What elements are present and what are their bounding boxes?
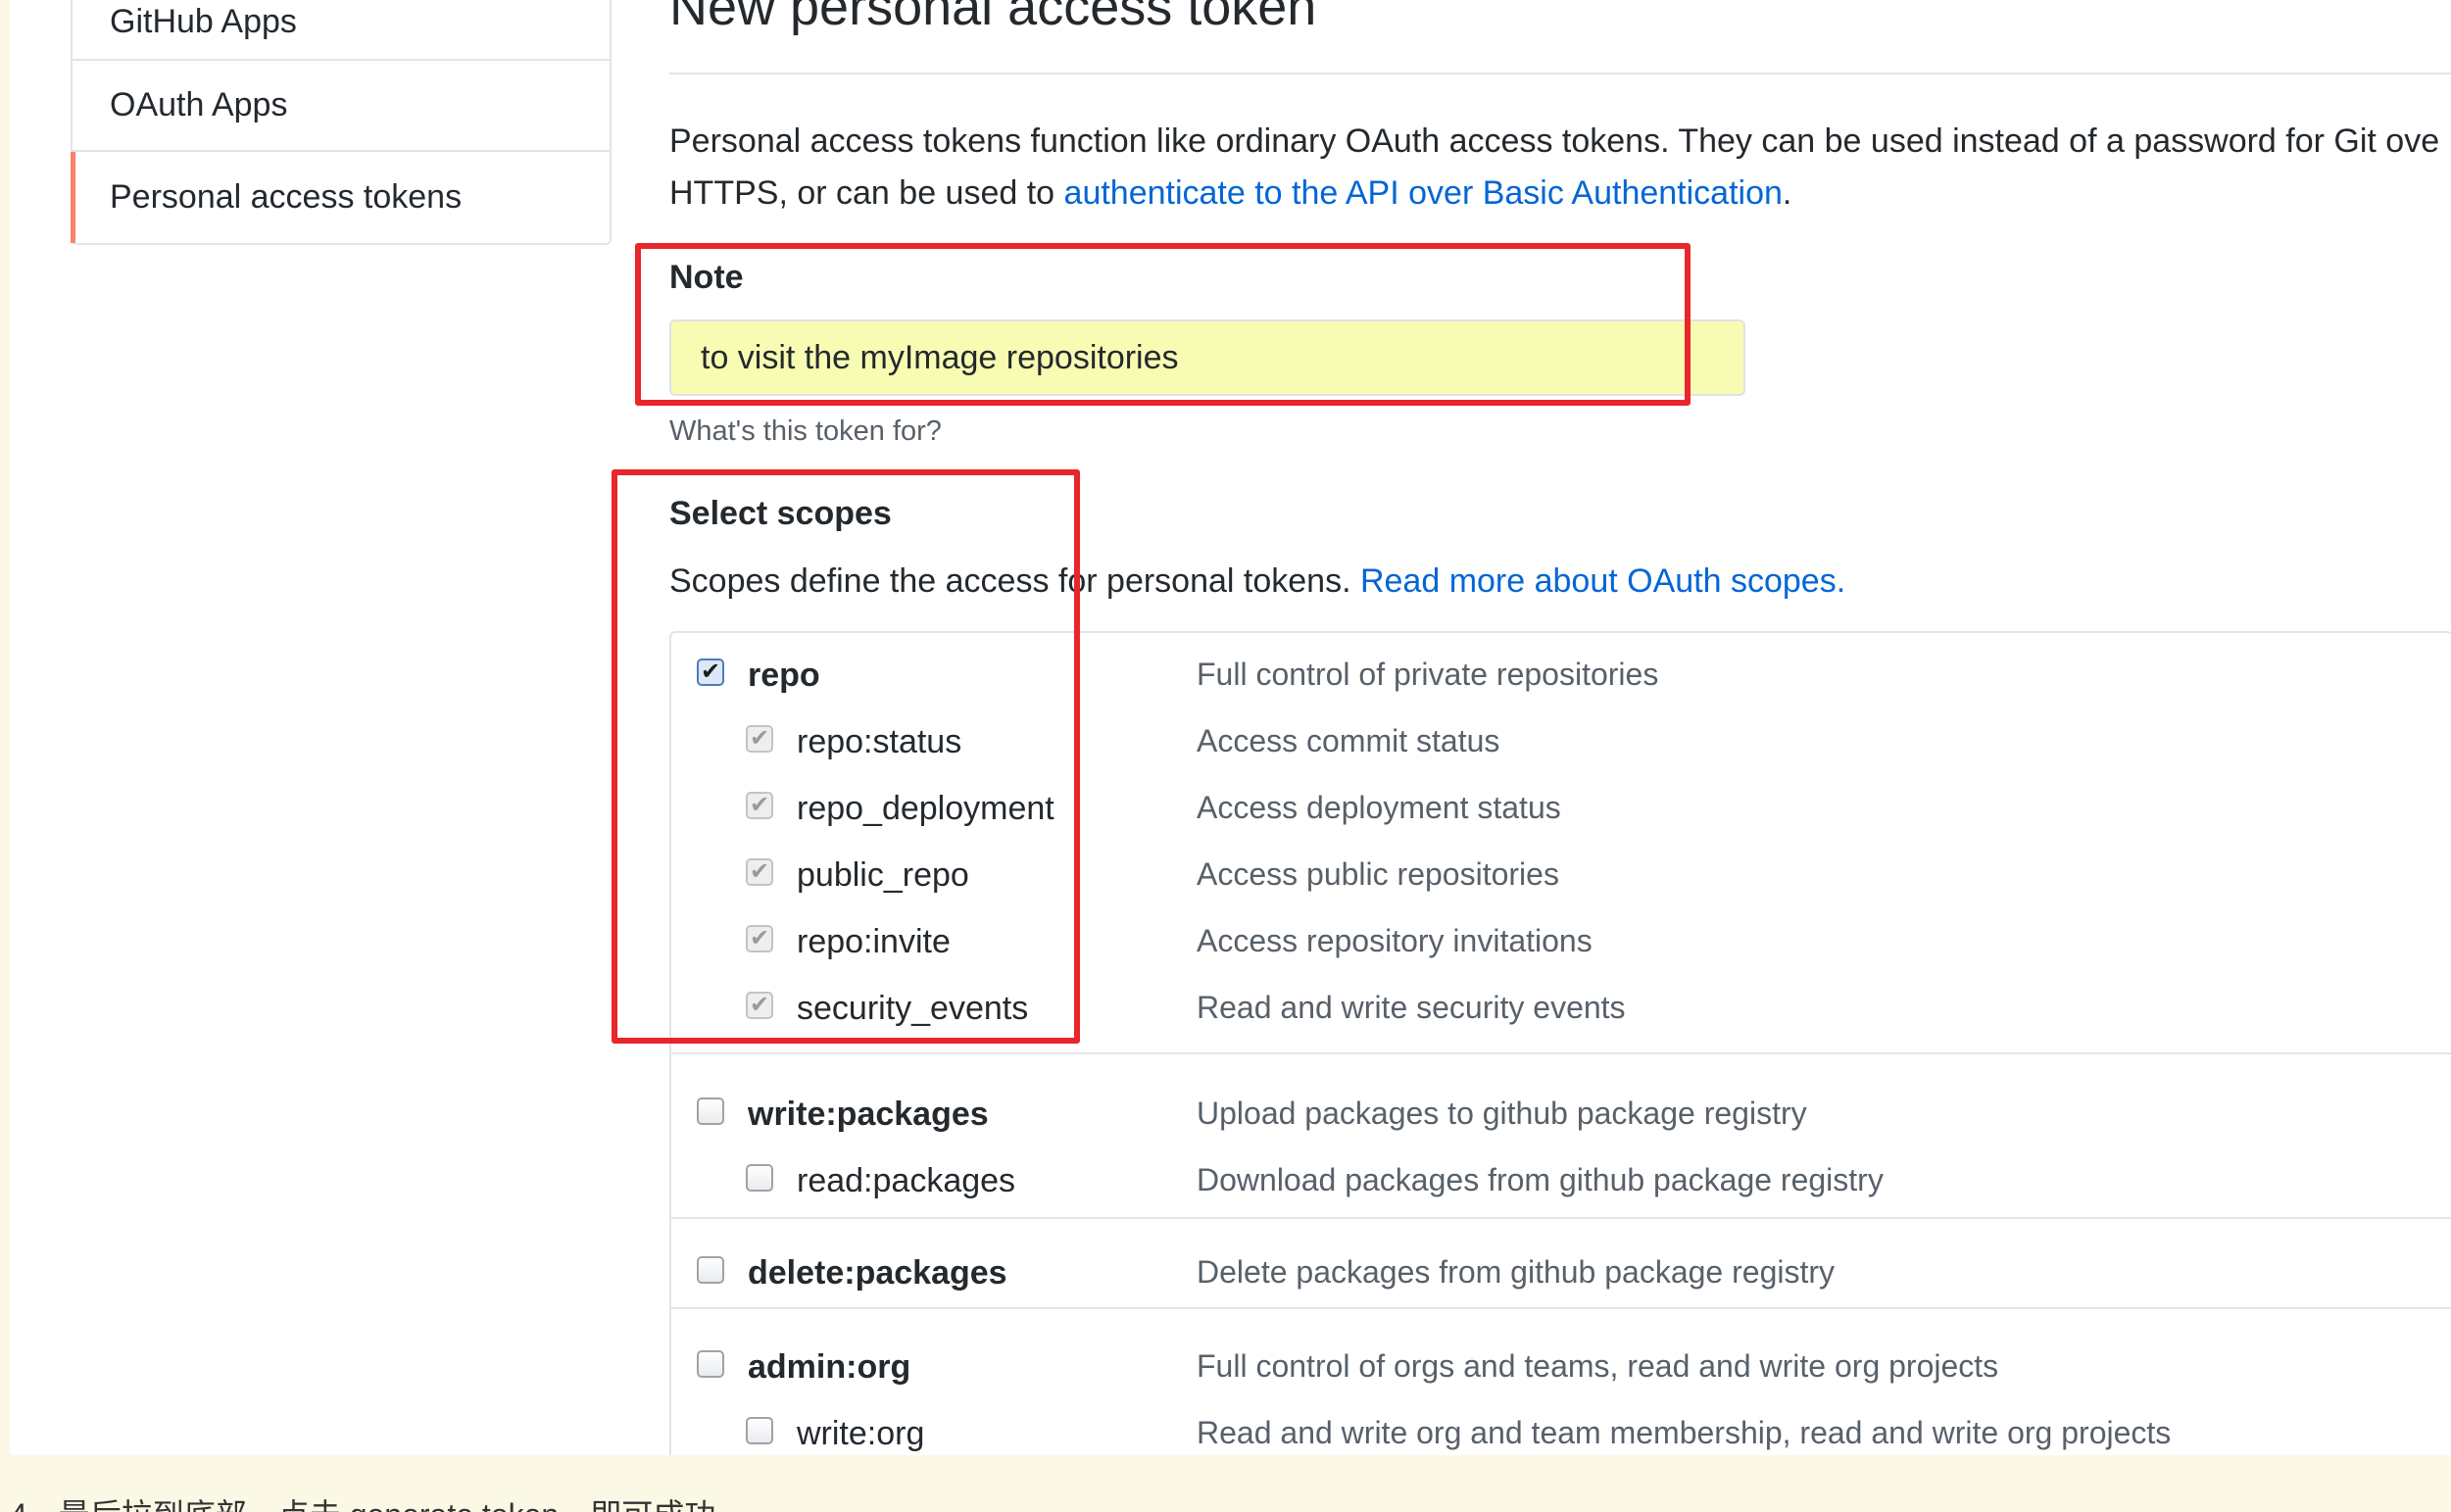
scope-row: write:org Read and write org and team mem… bbox=[671, 1409, 2451, 1455]
scope-name: admin:org bbox=[748, 1348, 911, 1386]
scope-description: Delete packages from github package regi… bbox=[1197, 1254, 1836, 1290]
left-margin bbox=[0, 0, 10, 1455]
note-hint: What's this token for? bbox=[669, 415, 942, 447]
scope-description: Access deployment status bbox=[1197, 790, 1561, 825]
scope-description: Access commit status bbox=[1197, 723, 1500, 758]
caption-text: 4、最后拉到底部，点击 generate token，即可成功 bbox=[10, 1490, 715, 1512]
sidebar-item-github-apps[interactable]: GitHub Apps bbox=[73, 0, 610, 61]
scope-description: Upload packages to github package regist… bbox=[1197, 1096, 1807, 1131]
scope-checkbox[interactable] bbox=[746, 1417, 773, 1444]
scope-description: Access public repositories bbox=[1197, 856, 1559, 892]
scope-checkbox[interactable] bbox=[697, 1350, 724, 1378]
scope-description: Read and write security events bbox=[1197, 990, 1626, 1025]
page-title: New personal access token bbox=[669, 0, 1317, 36]
intro-text: Personal access tokens function like ord… bbox=[669, 116, 2451, 219]
oauth-scopes-link[interactable]: Read more about OAuth scopes. bbox=[1360, 562, 1845, 600]
settings-sidebar: GitHub Apps OAuth Apps Personal access t… bbox=[71, 0, 612, 245]
scope-description: Read and write org and team membership, … bbox=[1197, 1415, 2172, 1450]
sidebar-item-oauth-apps[interactable]: OAuth Apps bbox=[73, 61, 610, 152]
scope-checkbox[interactable] bbox=[697, 1097, 724, 1125]
scope-row: write:packages Upload packages to github … bbox=[671, 1090, 2451, 1148]
sidebar-item-label: OAuth Apps bbox=[110, 86, 288, 123]
page: GitHub Apps OAuth Apps Personal access t… bbox=[0, 0, 2451, 1455]
scope-checkbox[interactable] bbox=[746, 1164, 773, 1192]
scope-name: read:packages bbox=[797, 1162, 1016, 1199]
intro-line-1: Personal access tokens function like ord… bbox=[669, 122, 2440, 160]
scope-description: Full control of orgs and teams, read and… bbox=[1197, 1348, 1999, 1384]
scope-group-divider bbox=[671, 1052, 2451, 1054]
sidebar-item-personal-access-tokens[interactable]: Personal access tokens bbox=[71, 152, 610, 243]
scope-row: read:packages Download packages from gith… bbox=[671, 1156, 2451, 1215]
scope-description: Download packages from github package re… bbox=[1197, 1162, 1884, 1197]
title-divider bbox=[669, 73, 2451, 74]
scope-group-divider bbox=[671, 1217, 2451, 1219]
scope-checkbox[interactable] bbox=[697, 1256, 724, 1284]
scope-description: Full control of private repositories bbox=[1197, 657, 1659, 692]
scope-row: delete:packages Delete packages from gith… bbox=[671, 1248, 2451, 1307]
caption-strip: 4、最后拉到底部，点击 generate token，即可成功 bbox=[0, 1455, 2451, 1512]
note-highlight-box bbox=[635, 243, 1691, 406]
scope-group-divider bbox=[671, 1307, 2451, 1309]
intro-line-2-suffix: . bbox=[1782, 174, 1792, 212]
sidebar-item-label: Personal access tokens bbox=[110, 178, 463, 216]
basic-auth-link[interactable]: authenticate to the API over Basic Authe… bbox=[1064, 174, 1783, 212]
scope-name: delete:packages bbox=[748, 1254, 1007, 1292]
intro-line-2-prefix: HTTPS, or can be used to bbox=[669, 174, 1064, 212]
scope-name: write:packages bbox=[748, 1096, 989, 1133]
scope-name: write:org bbox=[797, 1415, 925, 1452]
sidebar-item-label: GitHub Apps bbox=[110, 3, 297, 40]
scope-row: admin:org Full control of orgs and teams,… bbox=[671, 1342, 2451, 1401]
intro-line-2: HTTPS, or can be used to authenticate to… bbox=[669, 168, 2451, 219]
scopes-highlight-box bbox=[612, 469, 1080, 1044]
scope-description: Access repository invitations bbox=[1197, 923, 1593, 958]
